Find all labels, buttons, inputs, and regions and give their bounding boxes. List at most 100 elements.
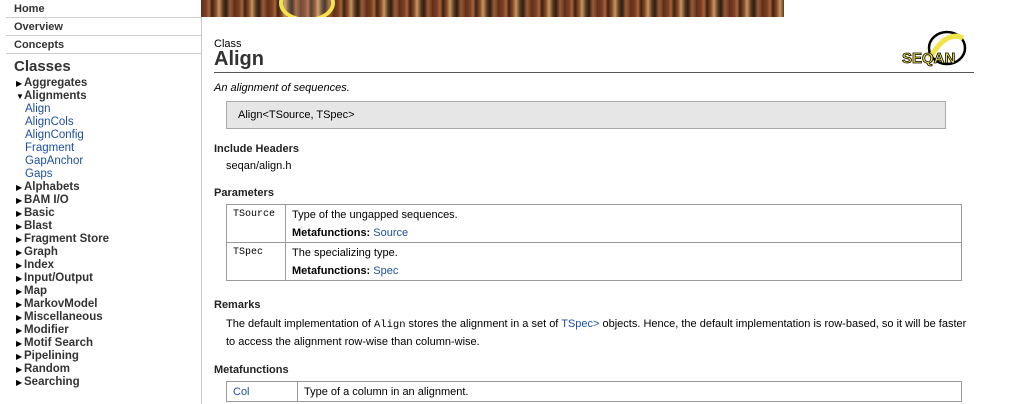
tree-category-label: Motif Search	[24, 337, 94, 349]
metafunction-link-spec[interactable]: Spec	[373, 265, 398, 277]
triangle-right-icon: ▶	[16, 313, 23, 322]
param-name: TSource	[226, 204, 286, 243]
classes-heading: Classes	[14, 58, 71, 75]
triangle-right-icon: ▶	[16, 300, 23, 309]
metafunction-link-source[interactable]: Source	[373, 227, 408, 239]
triangle-right-icon: ▶	[16, 261, 23, 270]
param-name: TSpec	[226, 242, 286, 281]
title-divider	[214, 72, 974, 73]
tree-category-markovmodel[interactable]: ▶ MarkovModel	[0, 298, 201, 311]
tree-category-fragment-store[interactable]: ▶ Fragment Store	[0, 233, 201, 246]
triangle-right-icon: ▶	[16, 183, 23, 192]
triangle-right-icon: ▶	[16, 274, 23, 283]
tree-category-searching[interactable]: ▶ Searching	[0, 376, 201, 389]
tree-category-alphabets[interactable]: ▶ Alphabets	[0, 181, 201, 194]
triangle-right-icon: ▶	[16, 352, 23, 361]
table-row: TSpec The specializing type. Metafunctio…	[226, 242, 962, 281]
triangle-right-icon: ▶	[16, 235, 23, 244]
param-description: The specializing type.	[292, 247, 398, 259]
param-description: Type of the ungapped sequences.	[292, 209, 458, 221]
metafunctions-label: Metafunctions:	[292, 265, 371, 277]
triangle-right-icon: ▶	[16, 79, 23, 88]
nav-home-link[interactable]: Home	[6, 0, 201, 18]
seqan-logo-text: SEQAN	[902, 50, 955, 67]
remarks-heading: Remarks	[214, 299, 261, 311]
tree-category-label: Miscellaneous	[24, 311, 103, 323]
include-headers-heading: Include Headers	[214, 143, 299, 155]
tree-category-label: Alphabets	[24, 181, 80, 193]
signature-box: Align<TSource, TSpec>	[226, 101, 946, 129]
tree-item-fragment[interactable]: Fragment	[0, 142, 201, 155]
table-row: Col Type of a column in an alignment.	[226, 381, 962, 402]
class-description: An alignment of sequences.	[214, 82, 350, 94]
nav-overview-link[interactable]: Overview	[6, 18, 201, 36]
tree-item-aligncols[interactable]: AlignCols	[0, 116, 201, 129]
tree-category-index[interactable]: ▶ Index	[0, 259, 201, 272]
tree-item-label: AlignCols	[25, 116, 74, 128]
tree-category-basic[interactable]: ▶ Basic	[0, 207, 201, 220]
tree-category-motif-search[interactable]: ▶ Motif Search	[0, 337, 201, 350]
triangle-right-icon: ▶	[16, 365, 23, 374]
tree-category-label: Pipelining	[24, 350, 79, 362]
param-details: Type of the ungapped sequences. Metafunc…	[285, 204, 962, 243]
tree-category-label: Random	[24, 363, 70, 375]
parameters-heading: Parameters	[214, 187, 274, 199]
tree-category-label: Blast	[24, 220, 53, 232]
sidebar: Home Overview Concepts Classes ▶ Aggregat…	[0, 0, 202, 404]
tree-category-label: Graph	[24, 246, 58, 258]
tree-category-graph[interactable]: ▶ Graph	[0, 246, 201, 259]
triangle-right-icon: ▶	[16, 339, 23, 348]
triangle-right-icon: ▶	[16, 378, 23, 387]
tree-category-label: Searching	[24, 376, 80, 388]
tree-category-input-output[interactable]: ▶ Input/Output	[0, 272, 201, 285]
tree-category-blast[interactable]: ▶ Blast	[0, 220, 201, 233]
tree-category-random[interactable]: ▶ Random	[0, 363, 201, 376]
triangle-right-icon: ▶	[16, 326, 23, 335]
triangle-right-icon: ▶	[16, 248, 23, 257]
tree-category-pipelining[interactable]: ▶ Pipelining	[0, 350, 201, 363]
seqan-logo[interactable]: SEQAN	[900, 28, 972, 70]
tree-item-gaps[interactable]: Gaps	[0, 168, 201, 181]
metafunctions-label: Metafunctions:	[292, 227, 371, 239]
metafunction-name-cell: Col	[226, 381, 298, 402]
tree-category-label: Modifier	[24, 324, 69, 336]
triangle-right-icon: ▶	[16, 196, 23, 205]
page-title: Align	[214, 48, 264, 70]
tree-category-bam-i-o[interactable]: ▶ BAM I/O	[0, 194, 201, 207]
tree-item-label: GapAnchor	[25, 155, 84, 167]
tree-category-miscellaneous[interactable]: ▶ Miscellaneous	[0, 311, 201, 324]
triangle-right-icon: ▶	[16, 222, 23, 231]
tree-item-label: Gaps	[25, 168, 53, 180]
remarks-link-tspec[interactable]: TSpec>	[561, 318, 599, 330]
parameters-table: TSource Type of the ungapped sequences. …	[226, 204, 962, 281]
remarks-text-pre: The default implementation of	[226, 318, 374, 330]
triangle-right-icon: ▶	[16, 209, 23, 218]
tree-item-label: Align	[25, 103, 51, 115]
include-header-value: seqan/align.h	[226, 160, 292, 172]
remarks-code-align: Align	[373, 319, 406, 331]
tree-category-label: BAM I/O	[24, 194, 69, 206]
tree-item-align[interactable]: Align	[0, 103, 201, 116]
tree-category-label: Index	[24, 259, 55, 271]
tree-category-label: Aggregates	[24, 77, 88, 89]
tree-category-label: Map	[24, 285, 47, 297]
table-row: TSource Type of the ungapped sequences. …	[226, 204, 962, 243]
tree-category-aggregates[interactable]: ▶ Aggregates	[0, 77, 201, 90]
metafunction-link-col[interactable]: Col	[233, 386, 250, 398]
metafunction-description: Type of a column in an alignment.	[297, 381, 962, 402]
tree-item-label: Fragment	[25, 142, 75, 154]
main-content: Class Align SEQAN An alignment of sequen…	[214, 0, 974, 404]
class-tree: ▶ Aggregates ▼Alignments Align AlignCols Alig…	[0, 77, 201, 389]
tree-category-label: Input/Output	[24, 272, 93, 284]
tree-category-modifier[interactable]: ▶ Modifier	[0, 324, 201, 337]
tree-category-alignments[interactable]: ▼Alignments	[0, 90, 201, 103]
tree-category-label: Basic	[24, 207, 55, 219]
nav-concepts-link[interactable]: Concepts	[6, 36, 201, 54]
tree-item-gapanchor[interactable]: GapAnchor	[0, 155, 201, 168]
tree-category-label: MarkovModel	[24, 298, 98, 310]
tree-category-map[interactable]: ▶ Map	[0, 285, 201, 298]
tree-category-label: Alignments	[24, 90, 87, 102]
remarks-text-mid: stores the alignment in a set of	[405, 318, 562, 330]
tree-item-alignconfig[interactable]: AlignConfig	[0, 129, 201, 142]
remarks-text: The default implementation of Align stor…	[226, 316, 971, 351]
